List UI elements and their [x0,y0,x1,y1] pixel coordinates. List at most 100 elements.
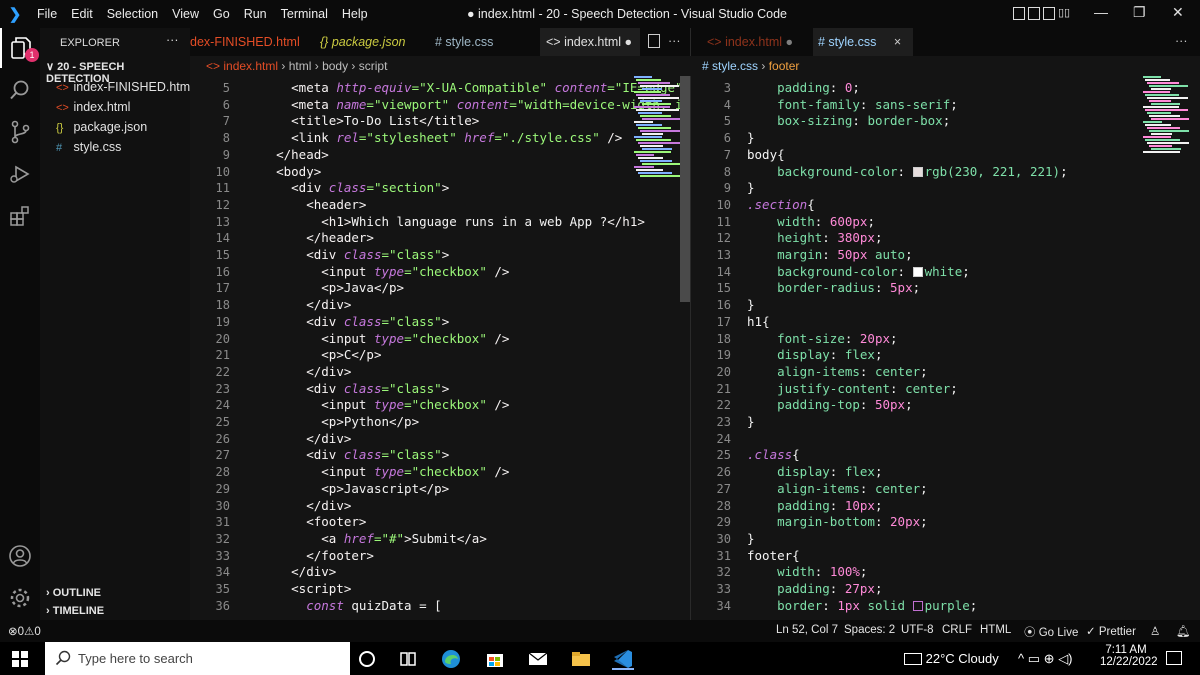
code-line[interactable]: 22 </div> [190,364,690,381]
extensions-icon[interactable] [0,196,40,236]
code-line[interactable]: 7 body{ [691,147,1200,164]
menu-file[interactable]: File [30,7,64,21]
code-line[interactable]: 8 background-color: rgb(230, 221, 221); [691,164,1200,181]
network-icon[interactable]: ▭ [1028,651,1040,666]
file-item-package-json[interactable]: {} package.json [56,120,147,134]
problems-indicator[interactable]: ⊗0⚠0 [8,624,41,638]
code-line[interactable]: 10 <body> [190,164,690,181]
tray-icons[interactable]: ^ ▭ ⊕ ◁) [1018,651,1073,667]
taskbar-search-box[interactable]: Type here to search [45,642,350,675]
chevron-up-icon[interactable]: ^ [1018,651,1024,666]
menu-edit[interactable]: Edit [64,7,100,21]
clock[interactable]: 7:11 AM 12/22/2022 [1100,644,1158,668]
code-line[interactable]: 35 <script> [190,581,690,598]
search-icon[interactable] [0,70,40,110]
timeline-section[interactable]: › TIMELINE [46,605,104,617]
tab-index-html-right[interactable]: <> index.html ● [707,28,811,56]
go-live-button[interactable]: ⦿ Go Live [1024,624,1078,640]
code-line[interactable]: 6} [691,130,1200,147]
code-line[interactable]: 11 <div class="section"> [190,180,690,197]
code-line[interactable]: 33 padding: 27px; [691,581,1200,598]
code-line[interactable]: 24 [691,431,1200,448]
code-line[interactable]: 20 <input type="checkbox" /> [190,331,690,348]
code-line[interactable]: 29 <p>Javascript</p> [190,481,690,498]
code-line[interactable]: 13 margin: 50px auto; [691,247,1200,264]
code-line[interactable]: 3 padding: 0; [691,80,1200,97]
explorer-more-actions[interactable]: ··· [166,33,179,47]
minimize-icon[interactable]: — [1094,4,1108,20]
settings-gear-icon[interactable] [0,578,40,618]
customize-layout-icon[interactable]: ▯▯ [1058,7,1070,20]
breadcrumb-html[interactable]: html [289,59,312,73]
code-line[interactable]: 18 font-size: 20px; [691,331,1200,348]
code-line[interactable]: 11 width: 600px; [691,214,1200,231]
file-explorer-icon[interactable] [570,648,592,670]
code-line[interactable]: 27 <div class="class"> [190,447,690,464]
code-line[interactable]: 27 align-items: center; [691,481,1200,498]
tab-index-html[interactable]: <> index.html ● [540,28,640,56]
file-item-index[interactable]: <> index.html [56,100,130,114]
code-line[interactable]: 5 <meta http-equiv="X-UA-Compatible" con… [190,80,690,97]
code-line[interactable]: 31 <footer> [190,514,690,531]
color-swatch[interactable] [912,600,923,611]
code-line[interactable]: 16 <input type="checkbox" /> [190,264,690,281]
volume-icon[interactable]: ◁) [1058,651,1072,666]
code-line[interactable]: 23} [691,414,1200,431]
code-line[interactable]: 23 <div class="class"> [190,381,690,398]
notifications-bell-icon[interactable]: 🔔︎ [1176,624,1191,638]
code-line[interactable]: 12 height: 380px; [691,230,1200,247]
code-line[interactable]: 14 background-color: white; [691,264,1200,281]
code-line[interactable]: 10 .section{ [691,197,1200,214]
code-line[interactable]: 18 </div> [190,297,690,314]
code-line[interactable]: 6 <meta name="viewport" content="width=d… [190,97,690,114]
menu-go[interactable]: Go [206,7,237,21]
code-line[interactable]: 34 border: 1px solid purple; [691,598,1200,615]
code-line[interactable]: 7 <title>To-Do List</title> [190,113,690,130]
breadcrumb-body[interactable]: body [322,59,348,73]
code-line[interactable]: 20 align-items: center; [691,364,1200,381]
code-line[interactable]: 19 <div class="class"> [190,314,690,331]
code-line[interactable]: 15 <div class="class"> [190,247,690,264]
code-line[interactable]: 12 <header> [190,197,690,214]
code-line[interactable]: 9} [691,180,1200,197]
editor-more-actions[interactable]: ··· [668,34,681,48]
line-endings[interactable]: CRLF [942,624,972,636]
close-tab-icon[interactable]: × [894,35,901,49]
right-code-editor[interactable]: 3 padding: 0; 4 font-family: sans-serif; 5… [690,76,1200,620]
mail-icon[interactable] [527,648,549,670]
code-line[interactable]: 24 <input type="checkbox" /> [190,397,690,414]
language-mode[interactable]: HTML [980,624,1011,636]
code-line[interactable]: 13 <h1>Which language runs in a web App … [190,214,690,231]
code-line[interactable]: 8 <link rel="stylesheet" href="./style.c… [190,130,690,147]
edge-browser-icon[interactable] [440,648,462,670]
code-line[interactable]: 9 </head> [190,147,690,164]
editor-more-actions[interactable]: ··· [1175,34,1188,48]
left-code-editor[interactable]: 5 <meta http-equiv="X-UA-Compatible" con… [190,76,690,620]
code-line[interactable]: 14 </header> [190,230,690,247]
tab-package-json[interactable]: {} package.json [320,28,420,56]
menu-terminal[interactable]: Terminal [274,7,335,21]
windows-start-icon[interactable] [12,651,28,667]
file-item-style-css[interactable]: # style.css [56,140,121,154]
minimap[interactable] [1139,76,1191,196]
menu-view[interactable]: View [165,7,206,21]
toggle-sidebar-icon[interactable] [1013,7,1025,20]
restore-icon[interactable]: ❐ [1133,4,1146,21]
code-line[interactable]: 30 </div> [190,498,690,515]
code-line[interactable]: 29 margin-bottom: 20px; [691,514,1200,531]
code-line[interactable]: 30} [691,531,1200,548]
menu-selection[interactable]: Selection [100,7,165,21]
code-line[interactable]: 17 h1{ [691,314,1200,331]
toggle-secondary-sidebar-icon[interactable] [1043,7,1055,20]
code-line[interactable]: 5 box-sizing: border-box; [691,113,1200,130]
color-swatch[interactable] [912,266,923,277]
notification-center-icon[interactable] [1166,651,1182,665]
source-control-icon[interactable] [0,112,40,152]
close-window-icon[interactable]: ✕ [1172,4,1184,21]
color-swatch[interactable] [912,166,923,177]
cortana-icon[interactable] [356,648,378,670]
account-icon[interactable] [0,536,40,576]
tab-style-css[interactable]: # style.css [435,28,535,56]
run-debug-icon[interactable] [0,154,40,194]
toggle-panel-icon[interactable] [1028,7,1040,20]
